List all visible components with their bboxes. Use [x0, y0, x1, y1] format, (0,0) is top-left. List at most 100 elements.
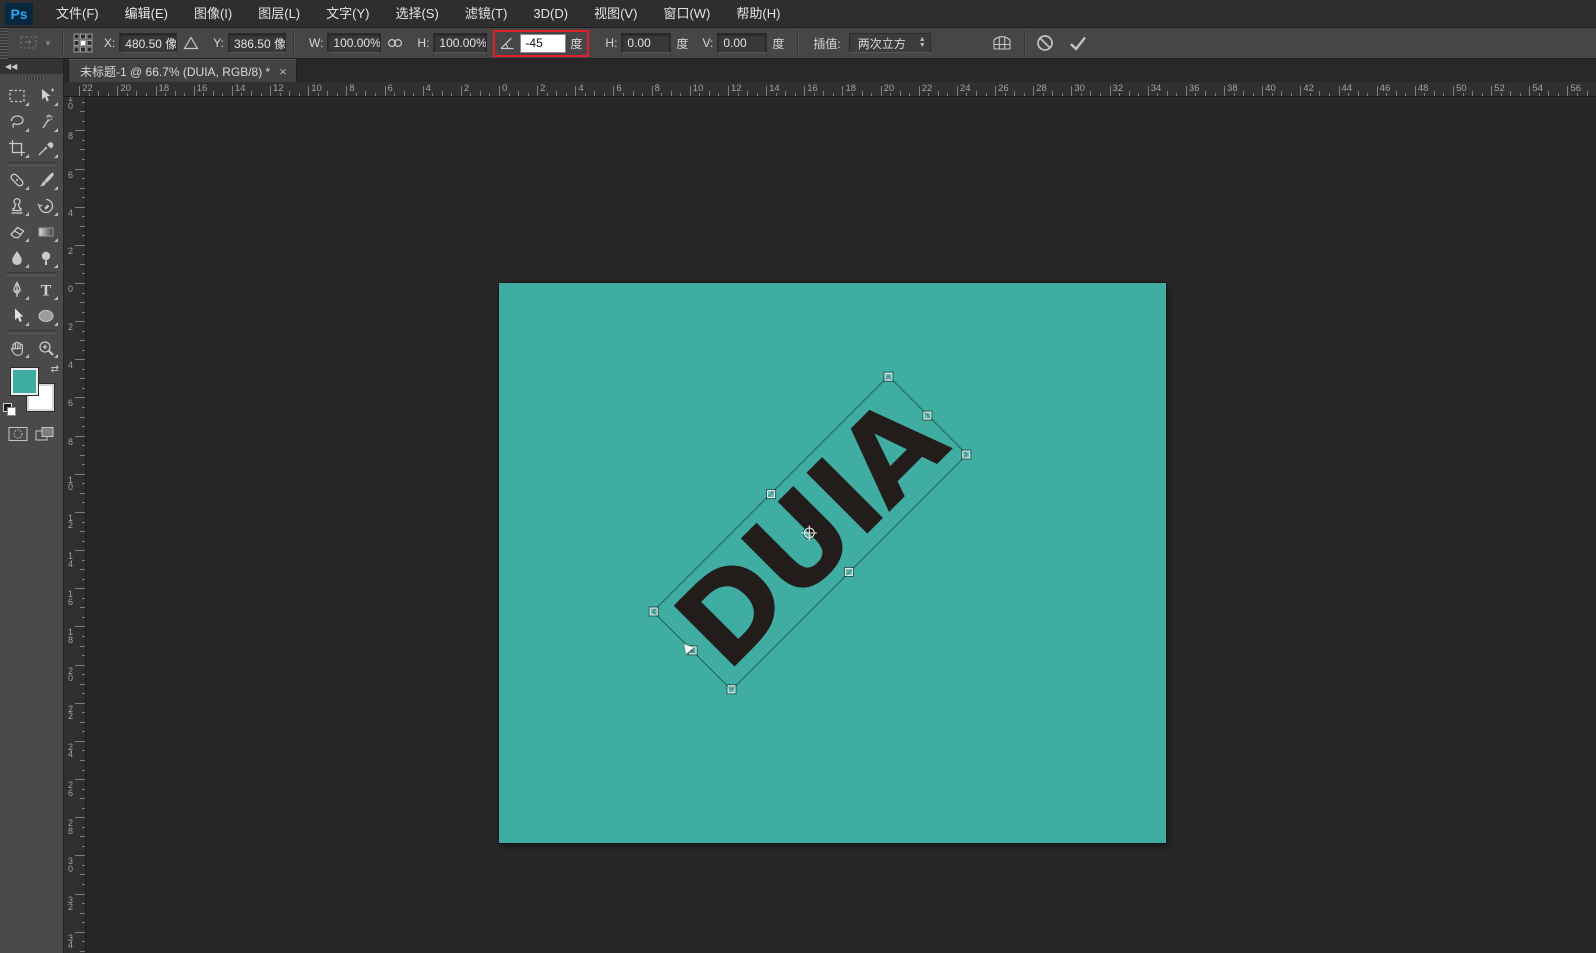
toolbar-divider	[7, 330, 56, 334]
menu-item-4[interactable]: 图层(L)	[245, 0, 313, 28]
menu-item-3[interactable]: 图像(I)	[181, 0, 245, 28]
quick-mask-icon	[7, 425, 29, 443]
vertical-ruler[interactable]: 1 08642024681 01 21 41 61 82 02 22 42 62…	[64, 97, 86, 953]
collapse-double-arrow-icon: ◀◀	[5, 62, 17, 71]
vertical-skew-field[interactable]: 0.00	[717, 33, 767, 53]
ruler-label: 6	[388, 83, 393, 94]
ruler-label: 2 4	[68, 744, 73, 759]
tab-close-icon[interactable]: ×	[279, 65, 287, 78]
ruler-label: 22	[922, 83, 933, 94]
tool-hand[interactable]	[2, 335, 32, 361]
interpolation-label: 插值:	[813, 35, 840, 52]
screen-mode-icon	[34, 425, 56, 443]
menu-item-2[interactable]: 编辑(E)	[112, 0, 181, 28]
ruler-label: 1 0	[68, 97, 73, 110]
menu-item-9[interactable]: 视图(V)	[581, 0, 650, 28]
tool-path-selection[interactable]	[2, 303, 32, 329]
canvas-area[interactable]: DUIA	[86, 97, 1596, 953]
commit-transform-button[interactable]	[1064, 31, 1092, 55]
ruler-label: 0	[68, 286, 73, 294]
tool-eraser[interactable]	[2, 219, 32, 245]
ruler-label: 8	[349, 83, 354, 94]
transform-handle-bl[interactable]	[728, 685, 736, 693]
rotate-angle-input[interactable]: -45	[520, 34, 566, 53]
chevron-down-icon: ▼	[44, 39, 52, 48]
transform-handle-tm[interactable]	[767, 490, 775, 498]
tool-type[interactable]: T	[32, 277, 62, 303]
flyout-triangle-icon	[25, 322, 29, 326]
tool-preset-button[interactable]: ▼	[16, 31, 55, 55]
menu-item-8[interactable]: 3D(D)	[520, 0, 581, 28]
tool-rectangular-marquee[interactable]	[2, 83, 32, 109]
link-dimensions-button[interactable]	[383, 31, 407, 55]
ruler-label: 28	[1036, 83, 1047, 94]
tool-spot-healing-brush[interactable]	[2, 167, 32, 193]
default-colors-icon[interactable]	[3, 403, 16, 416]
interpolation-dropdown[interactable]: 两次立方 ▲▼	[849, 33, 931, 53]
panel-collapse-button[interactable]: ◀◀	[0, 59, 63, 74]
menu-item-1[interactable]: 文件(F)	[43, 0, 112, 28]
width-field[interactable]: 100.00%	[327, 33, 381, 53]
ruler-label: 1 8	[68, 629, 73, 644]
options-bar-grip[interactable]	[0, 28, 8, 59]
ruler-label: 1 2	[68, 515, 73, 530]
ruler-label: 1 4	[68, 553, 73, 568]
ruler-label: 40	[1265, 83, 1276, 94]
ruler-label: 3 2	[68, 897, 73, 912]
y-position-field[interactable]: 386.50 像素	[228, 33, 286, 53]
transform-handle-mr[interactable]	[923, 412, 931, 420]
transform-handle-tl[interactable]	[650, 607, 658, 615]
transform-handle-bm[interactable]	[845, 568, 853, 576]
horizontal-skew-field[interactable]: 0.00	[621, 33, 671, 53]
tool-brush[interactable]	[32, 167, 62, 193]
menu-item-5[interactable]: 文字(Y)	[313, 0, 382, 28]
flyout-triangle-icon	[54, 212, 58, 216]
menu-item-6[interactable]: 选择(S)	[382, 0, 451, 28]
ruler-label: 8	[68, 439, 73, 447]
panel-grip[interactable]	[0, 74, 63, 83]
horizontal-ruler[interactable]: 2220181614121086420246810121416182022242…	[64, 82, 1596, 97]
tool-eyedropper[interactable]	[32, 135, 62, 161]
ruler-label: 2 2	[68, 706, 73, 721]
cancel-transform-button[interactable]	[1032, 31, 1058, 55]
tool-history-brush[interactable]	[32, 193, 62, 219]
foreground-color-swatch[interactable]	[11, 368, 38, 395]
x-position-field[interactable]: 480.50 像素	[119, 33, 177, 53]
menu-item-11[interactable]: 帮助(H)	[723, 0, 793, 28]
flyout-triangle-icon	[54, 128, 58, 132]
tool-ellipse-shape[interactable]	[32, 303, 62, 329]
ruler-label: 4	[68, 210, 73, 218]
tool-gradient[interactable]	[32, 219, 62, 245]
flyout-triangle-icon	[25, 102, 29, 106]
menu-item-7[interactable]: 滤镜(T)	[452, 0, 521, 28]
tool-dodge[interactable]	[32, 245, 62, 271]
tool-blur[interactable]	[2, 245, 32, 271]
screen-mode-button[interactable]	[34, 425, 56, 448]
height-label: H:	[417, 36, 429, 50]
menu-item-10[interactable]: 窗口(W)	[650, 0, 723, 28]
tool-crop[interactable]	[2, 135, 32, 161]
tool-move[interactable]	[32, 83, 62, 109]
relative-positioning-button[interactable]	[179, 31, 203, 55]
ruler-label: 26	[998, 83, 1009, 94]
tool-zoom[interactable]	[32, 335, 62, 361]
ruler-label: 24	[960, 83, 971, 94]
link-icon	[386, 36, 404, 50]
transform-handle-tr[interactable]	[884, 373, 892, 381]
tool-pen[interactable]	[2, 277, 32, 303]
y-label: Y:	[213, 36, 224, 50]
quick-mask-button[interactable]	[7, 425, 29, 448]
tool-lasso[interactable]	[2, 109, 32, 135]
ruler-label: 16	[197, 83, 208, 94]
transform-handle-br[interactable]	[962, 451, 970, 459]
delta-icon	[182, 35, 200, 51]
tool-magic-wand[interactable]	[32, 109, 62, 135]
height-field[interactable]: 100.00%	[433, 33, 487, 53]
swap-colors-icon[interactable]: ⇄	[51, 364, 59, 375]
tool-clone-stamp[interactable]	[2, 193, 32, 219]
transform-reference-point[interactable]	[804, 528, 815, 539]
document-tab[interactable]: 未标题-1 @ 66.7% (DUIA, RGB/8) * ×	[68, 59, 297, 82]
warp-mode-toggle-button[interactable]	[987, 31, 1017, 55]
flyout-triangle-icon	[54, 102, 58, 106]
reference-point-locator[interactable]	[70, 31, 96, 55]
